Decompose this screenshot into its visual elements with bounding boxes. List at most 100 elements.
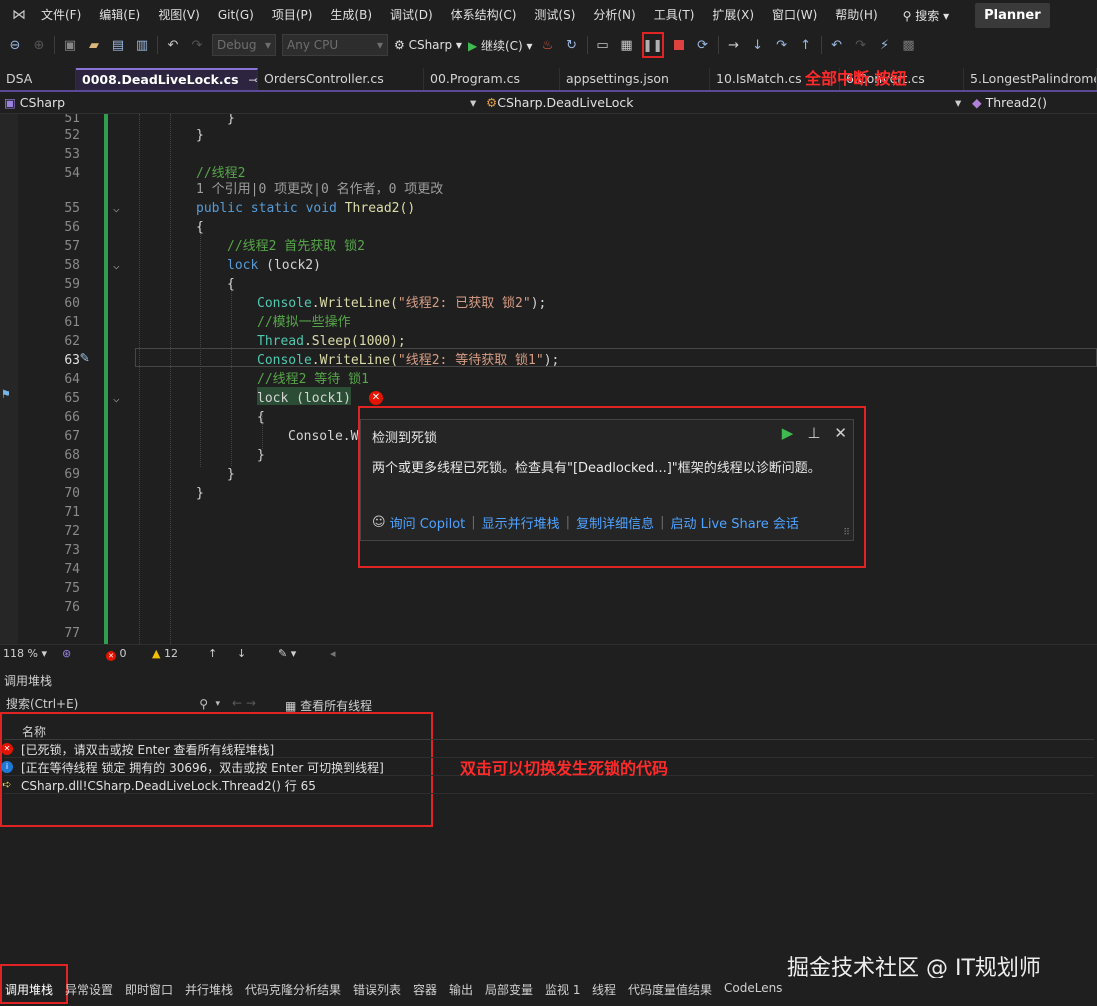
platform-select[interactable]: Any CPU ▾ [282, 34, 388, 56]
arrow-right-icon[interactable]: → [246, 696, 256, 710]
solution-name-badge[interactable]: Planner [975, 2, 1050, 28]
scroll-left-icon[interactable]: ◂ [330, 647, 336, 660]
configuration-select[interactable]: Debug ▾ [212, 34, 276, 56]
tab-orderscontroller[interactable]: OrdersController.cs [258, 68, 424, 90]
save-icon[interactable]: ▤ [109, 36, 127, 54]
resize-grip-icon[interactable]: ⠿ [843, 528, 850, 538]
start-live-share-link[interactable]: 启动 Live Share 会话 [670, 513, 798, 532]
layout-icon[interactable]: ▦ [618, 36, 636, 54]
step-back-icon[interactable]: ↶ [828, 36, 846, 54]
menu-view[interactable]: 视图(V) [149, 0, 209, 30]
startup-project-select[interactable]: ⚙ CSharp ▾ [394, 38, 462, 52]
tab-appsettings[interactable]: appsettings.json [560, 68, 710, 90]
code-cleanup-icon[interactable]: ✎ ▾ [278, 647, 296, 660]
new-project-icon[interactable]: ▣ [61, 36, 79, 54]
tab-immediate-window[interactable]: 即时窗口 [125, 981, 173, 998]
show-next-statement-icon[interactable]: → [725, 36, 743, 54]
attach-process-icon[interactable]: ▭ [594, 36, 612, 54]
call-stack-column-header[interactable]: 名称 [4, 722, 1094, 740]
search-icon[interactable]: ⚲ [199, 694, 208, 714]
error-icon[interactable]: ✕ [369, 391, 383, 405]
tab-locals[interactable]: 局部变量 [485, 981, 533, 998]
step-forward-icon[interactable]: ↷ [852, 36, 870, 54]
hot-reload-icon[interactable]: ♨ [539, 36, 557, 54]
menu-extensions[interactable]: 扩展(X) [703, 0, 763, 30]
close-icon[interactable]: ✕ [834, 424, 847, 442]
tab-code-clone-results[interactable]: 代码克隆分析结果 [245, 981, 341, 998]
show-parallel-stacks-link[interactable]: 显示并行堆栈 [482, 513, 560, 532]
copy-details-link[interactable]: 复制详细信息 [576, 513, 654, 532]
menu-analyze[interactable]: 分析(N) [584, 0, 644, 30]
menu-edit[interactable]: 编辑(E) [90, 0, 149, 30]
error-count[interactable]: ✕ 0 [106, 647, 127, 661]
tab-error-list[interactable]: 错误列表 [353, 981, 401, 998]
tab-exception-settings[interactable]: 异常设置 [65, 981, 113, 998]
step-into-icon[interactable]: ↓ [749, 36, 767, 54]
redo-icon[interactable]: ↷ [188, 36, 206, 54]
tab-code-metrics[interactable]: 代码度量值结果 [628, 981, 712, 998]
fold-chevron-icon[interactable]: ⌵ [113, 392, 120, 405]
ask-copilot-link[interactable]: 询问 Copilot [390, 513, 466, 532]
tab-watch-1[interactable]: 监视 1 [545, 981, 580, 998]
undo-icon[interactable]: ↶ [164, 36, 182, 54]
tab-longestpalindrome[interactable]: 5.LongestPalindrome.cs [964, 68, 1097, 90]
restart-debugging-icon[interactable]: ⟳ [694, 36, 712, 54]
chevron-down-icon[interactable]: ▾ [470, 95, 476, 110]
tab-output[interactable]: 输出 [449, 981, 473, 998]
tab-containers[interactable]: 容器 [413, 981, 437, 998]
open-folder-icon[interactable]: ▰ [85, 36, 103, 54]
menu-file[interactable]: 文件(F) [32, 0, 90, 30]
tab-call-stack[interactable]: 调用堆栈 [5, 981, 53, 998]
search-menu[interactable]: ⚲ 搜索 ▾ [895, 7, 957, 24]
glyph-margin[interactable] [0, 114, 18, 644]
class-dropdown[interactable]: ⚙CSharp.DeadLiveLock [486, 95, 633, 110]
quick-actions-brush-icon[interactable]: ✎ [80, 348, 89, 366]
member-dropdown[interactable]: ◆ Thread2() [972, 95, 1047, 110]
step-out-icon[interactable]: ↑ [797, 36, 815, 54]
fold-chevron-icon[interactable]: ⌵ [113, 202, 120, 215]
pin-icon[interactable]: ⊥ [807, 424, 820, 442]
menu-build[interactable]: 生成(B) [321, 0, 381, 30]
menu-window[interactable]: 窗口(W) [763, 0, 826, 30]
stop-debugging-button[interactable] [670, 36, 688, 54]
copilot-status-icon[interactable]: ⊛ [62, 647, 71, 660]
tab-codelens[interactable]: CodeLens [724, 981, 782, 995]
code-map-icon[interactable]: ▩ [900, 36, 918, 54]
tab-program[interactable]: 00.Program.cs [424, 68, 560, 90]
previous-issue-icon[interactable]: ↑ [208, 647, 217, 660]
save-all-icon[interactable]: ▥ [133, 36, 151, 54]
next-issue-icon[interactable]: ↓ [237, 647, 246, 660]
menu-help[interactable]: 帮助(H) [826, 0, 886, 30]
step-over-icon[interactable]: ↷ [773, 36, 791, 54]
tab-deadlivelock[interactable]: 0008.DeadLiveLock.cs⊸✕ [76, 68, 258, 90]
menu-debug[interactable]: 调试(D) [381, 0, 442, 30]
menu-project[interactable]: 项目(P) [263, 0, 322, 30]
menu-git[interactable]: Git(G) [209, 0, 263, 30]
diagnostic-tools-icon[interactable]: ⚡ [876, 36, 894, 54]
codelens-info[interactable]: 1 个引用|0 项更改|0 名作者，0 项更改 [196, 180, 443, 199]
chevron-down-icon[interactable]: ▾ [955, 95, 961, 110]
search-nav-arrows[interactable]: ← → [232, 696, 256, 710]
menu-test[interactable]: 测试(S) [525, 0, 584, 30]
zoom-select[interactable]: 118 % ▾ [3, 647, 47, 660]
continue-button[interactable]: ▶ 继续(C) ▾ [468, 37, 533, 54]
warning-count[interactable]: ▲ 12 [152, 647, 178, 660]
play-icon[interactable]: ▶ [782, 424, 794, 442]
thread-marker-icon[interactable]: ⚑ [2, 387, 10, 402]
menu-architecture[interactable]: 体系结构(C) [442, 0, 526, 30]
fold-chevron-icon[interactable]: ⌵ [113, 259, 120, 272]
call-stack-search-input[interactable]: 搜索(Ctrl+E) ⚲ ▾ [2, 694, 222, 714]
break-all-button[interactable]: ❚❚ [641, 32, 664, 58]
arrow-left-icon[interactable]: ← [232, 696, 242, 710]
restart-icon[interactable]: ↻ [563, 36, 581, 54]
tab-parallel-stacks[interactable]: 并行堆栈 [185, 981, 233, 998]
tab-threads[interactable]: 线程 [592, 981, 616, 998]
project-dropdown[interactable]: ▣ CSharp [4, 95, 65, 110]
chevron-down-icon[interactable]: ▾ [215, 694, 220, 714]
back-navigation-icon[interactable]: ⊖ [6, 36, 24, 54]
menu-tools[interactable]: 工具(T) [645, 0, 704, 30]
tab-dsa[interactable]: DSA [0, 68, 76, 90]
forward-navigation-icon[interactable]: ⊕ [30, 36, 48, 54]
visual-studio-logo-icon[interactable]: ⋈ [6, 0, 32, 30]
pin-icon[interactable]: ⊸ [249, 72, 257, 87]
